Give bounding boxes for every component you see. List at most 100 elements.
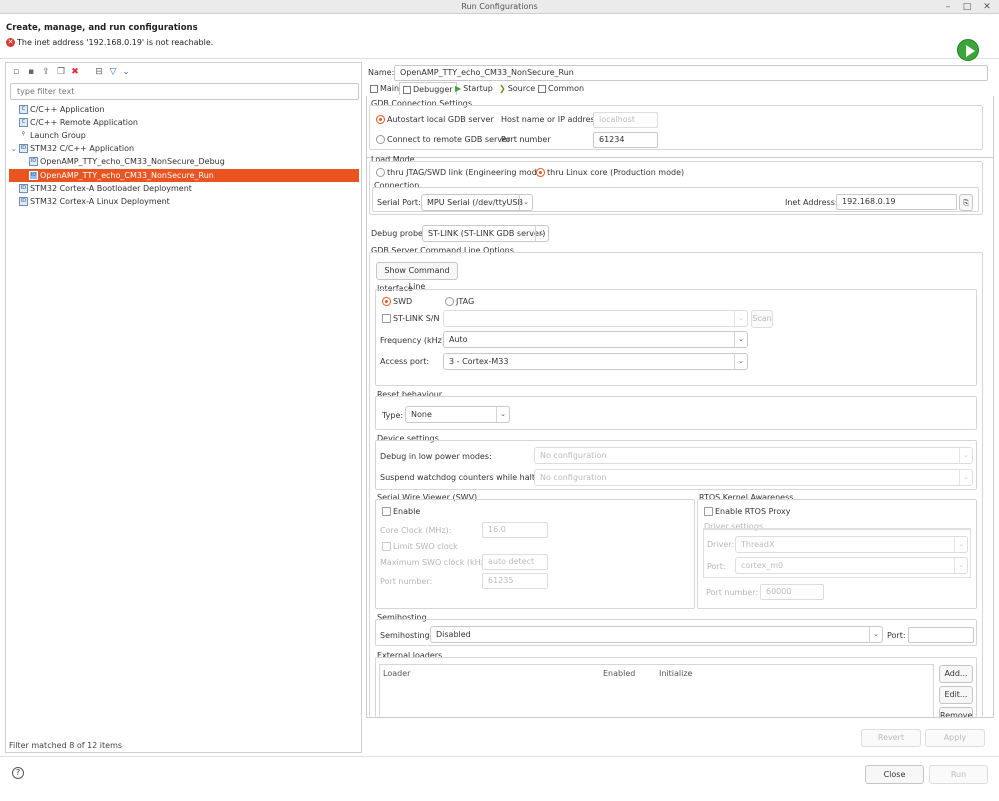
error-icon: ✕ bbox=[6, 38, 15, 47]
common-tab-icon bbox=[538, 84, 546, 93]
name-field[interactable]: OpenAMP_TTY_echo_CM33_NonSecure_Run bbox=[394, 65, 988, 81]
help-icon[interactable]: ? bbox=[12, 767, 24, 779]
tree-item-bootloader[interactable]: ID STM32 Cortex-A Bootloader Deployment bbox=[19, 182, 192, 195]
chevron-down-icon: ⌄ bbox=[959, 470, 972, 485]
semihosting-select[interactable]: Disabled ⌄ bbox=[430, 626, 883, 643]
chevron-down-icon: ⌄ bbox=[959, 448, 972, 463]
linux-mode-radio[interactable] bbox=[536, 168, 545, 177]
watchdog-select[interactable]: No configuration ⌄ bbox=[534, 469, 973, 486]
config-tree-pane: ▫ ▪ ⇪ ❐ ✖ ⊟ ▽ ⌄ CC/C++ Application CC/C+… bbox=[5, 62, 362, 753]
filter-input[interactable] bbox=[10, 83, 359, 100]
reset-type-select[interactable]: None ⌄ bbox=[405, 406, 510, 423]
swv-port-label: Port number: bbox=[380, 577, 433, 586]
window-title: Run Configurations bbox=[461, 2, 538, 11]
close-button[interactable]: Close bbox=[865, 765, 924, 784]
max-swo-label: Maximum SWO clock (kHz): bbox=[380, 558, 491, 567]
frequency-select[interactable]: Auto ⌄ bbox=[443, 331, 748, 348]
port-field[interactable]: 61234 bbox=[593, 132, 658, 148]
jtag-mode-radio[interactable] bbox=[376, 168, 385, 177]
probe-select[interactable]: ST-LINK (ST-LINK GDB server) ⌄ bbox=[422, 225, 549, 242]
chevron-down-icon: ⌄ bbox=[734, 354, 747, 369]
tree-item-stm32-app[interactable]: ID STM32 C/C++ Application bbox=[19, 142, 134, 155]
swd-radio[interactable] bbox=[382, 297, 391, 306]
inet-field[interactable]: 192.168.0.19 bbox=[836, 194, 957, 210]
ext-loaders-table bbox=[379, 664, 934, 717]
max-swo-field[interactable]: auto detect bbox=[482, 554, 548, 570]
window-titlebar: Run Configurations – □ ✕ bbox=[0, 0, 999, 14]
header-title: Create, manage, and run configurations bbox=[6, 23, 198, 33]
tree-item-cpp-application[interactable]: C C/C++ Application bbox=[19, 103, 105, 116]
remote-radio[interactable] bbox=[376, 135, 385, 144]
driver-port-label: Port: bbox=[707, 562, 726, 571]
limit-swo-label: Limit SWO clock bbox=[393, 542, 458, 551]
driver-label: Driver: bbox=[707, 540, 735, 549]
rtos-enable-checkbox[interactable] bbox=[704, 507, 713, 516]
tree-item-linux-deploy[interactable]: ID STM32 Cortex-A Linux Deployment bbox=[19, 195, 170, 208]
clipboard-button[interactable]: ⎘ bbox=[959, 194, 973, 211]
tab-source[interactable]: ❯ Source bbox=[499, 82, 535, 95]
frequency-label: Frequency (kHz): bbox=[380, 336, 448, 345]
autostart-radio[interactable] bbox=[376, 115, 385, 124]
semihosting-port-field[interactable] bbox=[908, 627, 974, 643]
name-label: Name: bbox=[368, 68, 395, 77]
stlink-sn-checkbox[interactable] bbox=[382, 314, 391, 323]
dialog-header: Create, manage, and run configurations ✕… bbox=[0, 14, 999, 61]
tab-common[interactable]: Common bbox=[538, 82, 584, 95]
show-cmdline-button[interactable]: Show Command Line bbox=[376, 262, 458, 291]
source-tab-icon: ❯ bbox=[499, 84, 506, 93]
stm32-config-icon: ID bbox=[29, 171, 38, 180]
maximize-icon[interactable]: □ bbox=[961, 1, 973, 13]
core-clock-label: Core Clock (MHz): bbox=[380, 526, 452, 535]
tree-item-debug-config[interactable]: ID OpenAMP_TTY_echo_CM33_NonSecure_Debug bbox=[29, 155, 225, 168]
tree-item-launch-group[interactable]: ⚲ Launch Group bbox=[19, 129, 86, 142]
run-button[interactable]: Run bbox=[929, 765, 988, 784]
driver-port-select[interactable]: cortex_m0 ⌄ bbox=[735, 557, 968, 574]
remove-loader-button[interactable]: Remove bbox=[939, 707, 973, 717]
scan-button[interactable]: Scan bbox=[751, 310, 773, 328]
startup-tab-icon: ▶ bbox=[455, 84, 462, 93]
reset-type-label: Type: bbox=[382, 411, 404, 420]
swv-port-field[interactable]: 61235 bbox=[482, 573, 548, 589]
swv-enable-label: Enable bbox=[393, 507, 421, 516]
edit-loader-button[interactable]: Edit... bbox=[939, 686, 973, 704]
watchdog-label: Suspend watchdog counters while halted: bbox=[380, 473, 548, 482]
swv-enable-checkbox[interactable] bbox=[382, 507, 391, 516]
minimize-icon[interactable]: – bbox=[942, 1, 954, 13]
host-field[interactable]: localhost bbox=[593, 112, 658, 128]
duplicate-icon[interactable]: ❐ bbox=[56, 67, 66, 77]
low-power-select[interactable]: No configuration ⌄ bbox=[534, 447, 973, 464]
tab-main[interactable]: Main bbox=[370, 82, 399, 95]
export-icon[interactable]: ⇪ bbox=[41, 67, 51, 77]
new-config-icon[interactable]: ▫ bbox=[11, 67, 21, 77]
debugger-tab-icon bbox=[403, 85, 411, 94]
footer-divider bbox=[0, 756, 999, 757]
filter-icon[interactable]: ▽ bbox=[108, 67, 118, 77]
serial-port-select[interactable]: MPU Serial (/dev/ttyUSB ⌄ bbox=[421, 194, 533, 211]
jtag-mode-label: thru JTAG/SWD link (Engineering mode) bbox=[387, 168, 545, 177]
stlink-sn-select[interactable]: ⌄ bbox=[443, 310, 748, 327]
tree-item-cpp-remote[interactable]: C C/C++ Remote Application bbox=[19, 116, 138, 129]
add-loader-button[interactable]: Add... bbox=[939, 665, 973, 683]
expanded-icon[interactable]: ⌄ bbox=[11, 145, 17, 153]
collapse-all-icon[interactable]: ⊟ bbox=[94, 67, 104, 77]
tab-debugger[interactable]: Debugger bbox=[399, 82, 457, 95]
swd-label: SWD bbox=[393, 297, 413, 306]
limit-swo-checkbox[interactable] bbox=[382, 542, 391, 551]
jtag-label: JTAG bbox=[456, 297, 475, 306]
jtag-radio[interactable] bbox=[445, 297, 454, 306]
tree-item-run-config[interactable]: ID OpenAMP_TTY_echo_CM33_NonSecure_Run bbox=[9, 169, 359, 182]
access-port-label: Access port: bbox=[380, 357, 430, 366]
new-prototype-icon[interactable]: ▪ bbox=[26, 67, 36, 77]
chevron-down-icon: ⌄ bbox=[519, 195, 532, 210]
core-clock-field[interactable]: 16.0 bbox=[482, 522, 548, 538]
apply-button[interactable]: Apply bbox=[925, 729, 985, 747]
main-tab-icon bbox=[370, 84, 378, 93]
revert-button[interactable]: Revert bbox=[861, 729, 921, 747]
rtos-port-field[interactable]: 60000 bbox=[760, 584, 824, 600]
dropdown-icon[interactable]: ⌄ bbox=[121, 67, 131, 77]
close-icon[interactable]: ✕ bbox=[981, 1, 993, 13]
delete-icon[interactable]: ✖ bbox=[70, 67, 80, 77]
driver-select[interactable]: ThreadX ⌄ bbox=[735, 536, 968, 553]
access-port-select[interactable]: 3 - Cortex-M33 ⌄ bbox=[443, 353, 748, 370]
tab-startup[interactable]: ▶ Startup bbox=[455, 82, 493, 95]
